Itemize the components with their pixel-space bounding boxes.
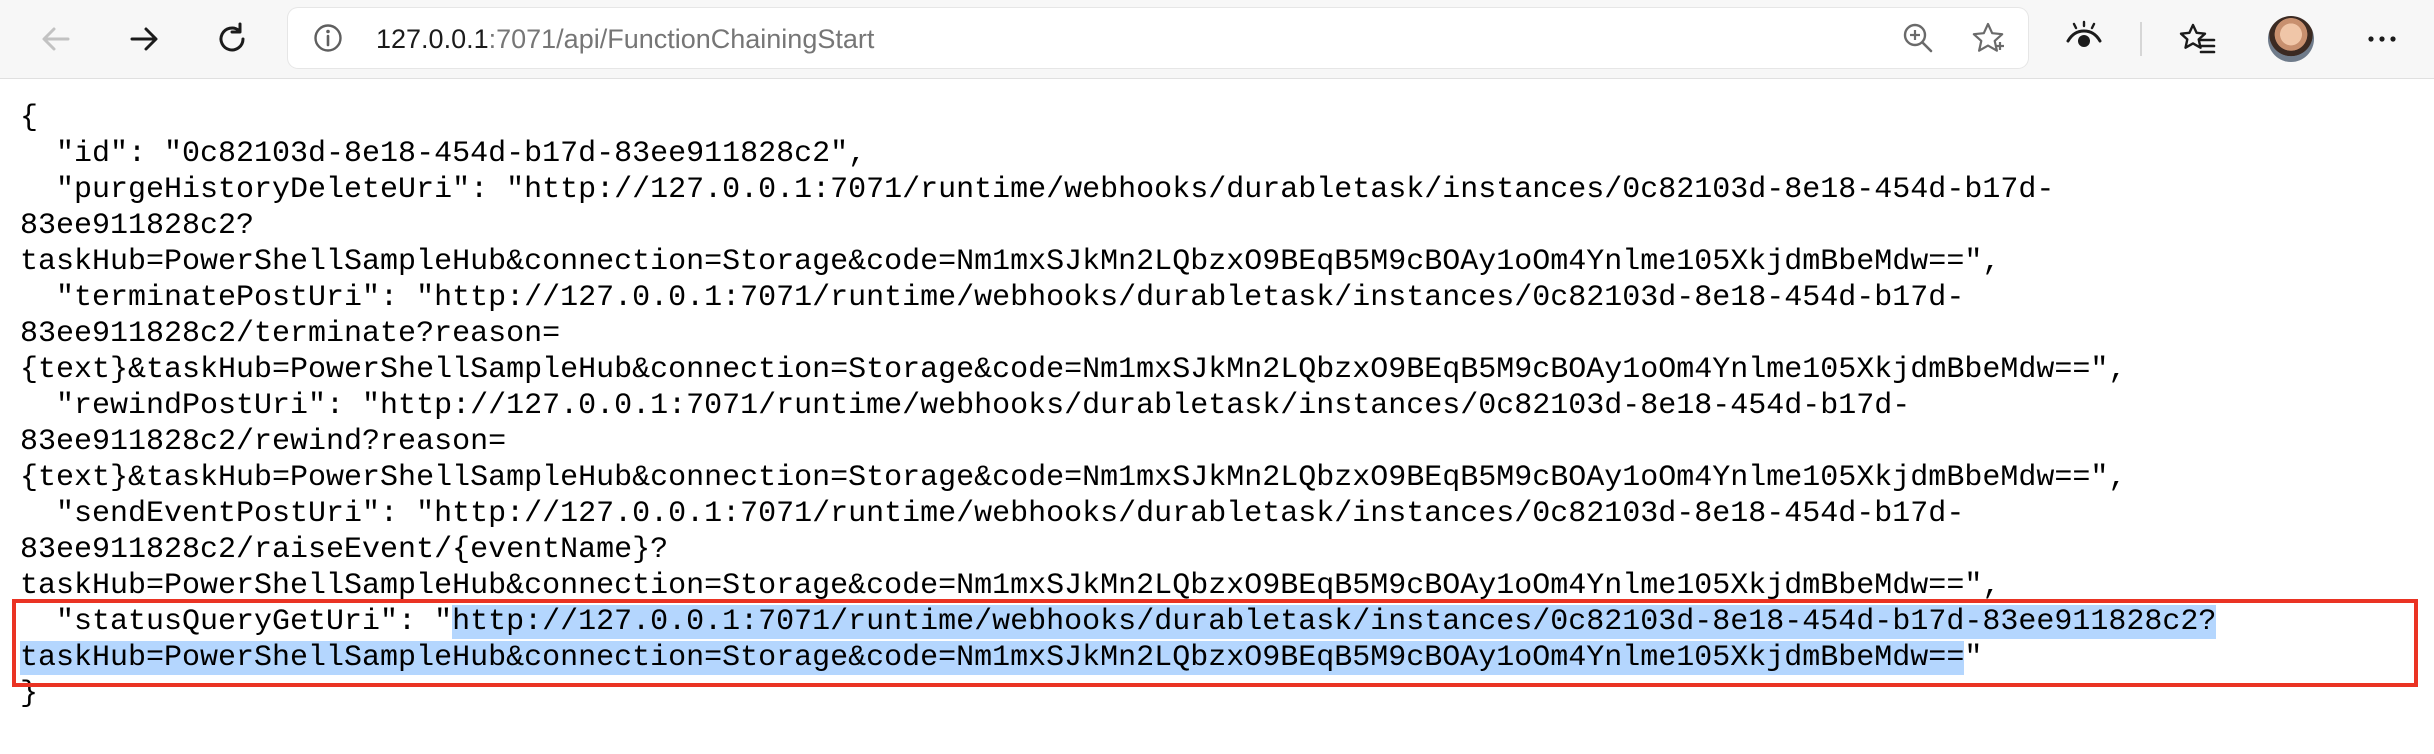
json-line: "purgeHistoryDeleteUri": "http://127.0.0… [20, 173, 2055, 207]
url-path: :7071/api/FunctionChainingStart [488, 24, 875, 54]
json-line: "id": "0c82103d-8e18-454d-b17d-83ee91182… [20, 137, 867, 171]
url-host: 127.0.0.1 [376, 24, 489, 54]
toolbar-divider [2140, 22, 2142, 56]
json-line: 83ee911828c2/raiseEvent/{eventName}? [20, 533, 669, 567]
json-line: { [20, 101, 39, 135]
immersive-reader-button[interactable] [2058, 13, 2110, 65]
refresh-icon [213, 20, 251, 58]
favorites-icon [2179, 20, 2217, 58]
json-line: 83ee911828c2/rewind?reason= [20, 425, 507, 459]
more-icon [2364, 21, 2400, 57]
json-line: "rewindPostUri": "http://127.0.0.1:7071/… [20, 389, 1911, 423]
json-line: {text}&taskHub=PowerShellSampleHub&conne… [20, 461, 2127, 495]
forward-button[interactable] [118, 13, 170, 65]
back-button[interactable] [30, 13, 82, 65]
json-line: {text}&taskHub=PowerShellSampleHub&conne… [20, 353, 2127, 387]
info-icon[interactable] [312, 22, 344, 59]
url-text[interactable]: 127.0.0.1:7071/api/FunctionChainingStart [376, 24, 874, 54]
refresh-button[interactable] [206, 13, 258, 65]
json-line: taskHub=PowerShellSampleHub&connection=S… [20, 245, 2001, 279]
browser-toolbar: 127.0.0.1:7071/api/FunctionChainingStart [0, 0, 2434, 79]
arrow-right-icon [126, 21, 162, 57]
avatar[interactable] [2268, 16, 2314, 62]
favorites-button[interactable] [2172, 13, 2224, 65]
json-line: "sendEventPostUri": "http://127.0.0.1:70… [20, 497, 1965, 531]
star-icon[interactable] [1970, 20, 2006, 61]
eye-icon [2065, 20, 2103, 58]
zoom-in-icon[interactable] [1900, 20, 1936, 61]
json-line: 83ee911828c2? [20, 209, 255, 243]
arrow-left-icon [38, 21, 74, 57]
json-line: "terminatePostUri": "http://127.0.0.1:70… [20, 281, 1965, 315]
status-query-highlight-box [12, 599, 2418, 687]
more-button[interactable] [2356, 13, 2408, 65]
json-line: 83ee911828c2/terminate?reason= [20, 317, 561, 351]
address-bar[interactable]: 127.0.0.1:7071/api/FunctionChainingStart [288, 8, 2028, 68]
